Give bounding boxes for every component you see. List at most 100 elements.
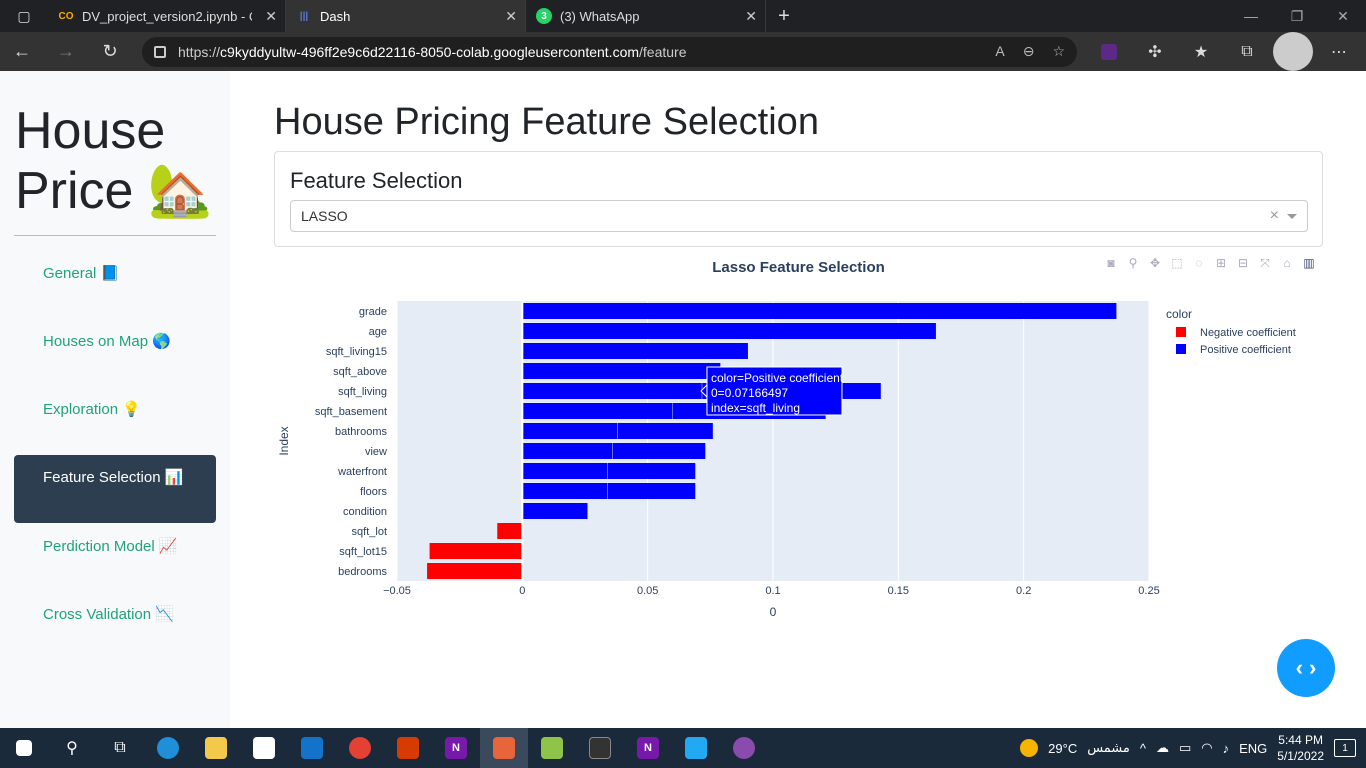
x-tick-label: 0.2 xyxy=(1016,585,1031,597)
close-icon[interactable]: ✕ xyxy=(505,8,517,25)
wifi-icon[interactable]: ◠ xyxy=(1201,740,1212,756)
x-tick-label: 0.25 xyxy=(1138,585,1159,597)
volume-icon[interactable]: ♪ xyxy=(1223,741,1230,756)
bar xyxy=(522,343,748,359)
time: 5:44 PM xyxy=(1278,733,1323,747)
language-indicator[interactable]: ENG xyxy=(1239,741,1267,756)
temperature[interactable]: 29°C xyxy=(1048,741,1077,756)
x-tick-label: 0.05 xyxy=(637,585,658,597)
favorite-icon[interactable]: ☆ xyxy=(1052,43,1065,60)
extension-icon[interactable] xyxy=(1089,32,1129,71)
tooltip-line: index=sqft_living xyxy=(711,401,800,415)
minimize-icon[interactable]: — xyxy=(1228,0,1274,32)
dash-debug-button[interactable]: ‹ › xyxy=(1277,639,1335,697)
whatsapp-icon: 3 xyxy=(536,8,552,24)
favorites-icon[interactable]: ★ xyxy=(1181,32,1221,71)
address-bar[interactable]: https://c9kyddyultw-496ff2e9c6d22116-805… xyxy=(142,36,1077,67)
bar xyxy=(522,483,696,499)
toolbar-right: ✣ ★ ⧉ ⋯ xyxy=(1089,32,1359,71)
brand-line-2: Price 🏡 xyxy=(15,162,213,220)
extensions-puzzle-icon[interactable]: ✣ xyxy=(1135,32,1175,71)
y-tick-label: bathrooms xyxy=(335,426,387,438)
close-icon[interactable]: ✕ xyxy=(265,8,277,25)
sidebar-item-feature-selection[interactable]: Feature Selection 📊 xyxy=(14,455,216,523)
x-tick-label: 0.15 xyxy=(888,585,909,597)
legend-swatch xyxy=(1176,327,1186,337)
new-tab-button[interactable]: + xyxy=(766,0,802,32)
y-tick-label: condition xyxy=(343,506,387,518)
github-desktop-icon[interactable] xyxy=(720,728,768,768)
more-icon[interactable]: ⋯ xyxy=(1319,32,1359,71)
notepad-icon[interactable] xyxy=(528,728,576,768)
bar xyxy=(522,443,706,459)
bar xyxy=(522,363,721,379)
sidebar-item-houses-on-map[interactable]: Houses on Map 🌎 xyxy=(14,319,216,387)
zoom-icon[interactable]: ⊖ xyxy=(1023,43,1035,60)
sidebar-item-prediction-model[interactable]: Perdiction Model 📈 xyxy=(14,524,216,592)
snipping-tool-icon[interactable] xyxy=(480,728,528,768)
tab-whatsapp[interactable]: 3 (3) WhatsApp ✕ xyxy=(526,0,766,32)
windows-start-icon[interactable] xyxy=(0,728,48,768)
close-window-icon[interactable]: ✕ xyxy=(1320,0,1366,32)
back-arrow-icon[interactable]: ← xyxy=(0,32,44,71)
sidebar-item-cross-validation[interactable]: Cross Validation 📉 xyxy=(14,592,216,660)
taskbar: ⚲ ⧉ N N 29°C مشمس ^ ☁ ▭ ◠ ♪ ENG 5:44 PM … xyxy=(0,728,1366,768)
legend-swatch xyxy=(1176,344,1186,354)
page: House Price 🏡 General 📘 Houses on Map 🌎 … xyxy=(0,71,1366,728)
chrome-icon[interactable] xyxy=(336,728,384,768)
y-tick-label: sqft_above xyxy=(333,366,387,378)
lock-icon[interactable] xyxy=(154,45,166,58)
weather-sun-icon[interactable] xyxy=(1020,739,1039,757)
read-aloud-icon[interactable]: A xyxy=(995,43,1004,60)
clock[interactable]: 5:44 PM 5/1/2022 xyxy=(1277,732,1324,764)
url-host: c9kyddyultw-496ff2e9c6d22116-8050-colab.… xyxy=(220,43,640,60)
office-icon[interactable] xyxy=(384,728,432,768)
restore-icon[interactable]: ❐ xyxy=(1274,0,1320,32)
x-axis-title: 0 xyxy=(770,605,777,619)
y-tick-label: age xyxy=(369,326,387,338)
page-title: House Pricing Feature Selection xyxy=(274,101,819,143)
vscode-icon[interactable] xyxy=(672,728,720,768)
divider xyxy=(14,235,216,236)
terminal-icon[interactable] xyxy=(576,728,624,768)
file-explorer-icon[interactable] xyxy=(192,728,240,768)
address-bar-actions: A ⊖ ☆ xyxy=(995,43,1065,60)
collections-icon[interactable]: ⧉ xyxy=(1227,32,1267,71)
y-tick-label: sqft_basement xyxy=(315,406,387,418)
tab-dash[interactable]: ||| Dash ✕ xyxy=(286,0,526,32)
onedrive-icon[interactable]: ☁ xyxy=(1156,740,1169,756)
onenote-icon[interactable]: N xyxy=(432,728,480,768)
legend-label: Negative coefficient xyxy=(1200,327,1296,339)
system-tray: 29°C مشمس ^ ☁ ▭ ◠ ♪ ENG 5:44 PM 5/1/2022… xyxy=(1020,732,1366,764)
mail-icon[interactable] xyxy=(288,728,336,768)
browser-toolbar: ← → ↻ https://c9kyddyultw-496ff2e9c6d221… xyxy=(0,32,1366,71)
chart-svg: −0.05 0 0.05 0.1 0.15 0.2 0.25 grade age sqft_liv… xyxy=(277,301,1296,619)
tooltip-line: color=Positive coefficient xyxy=(711,371,844,385)
weather-label[interactable]: مشمس xyxy=(1087,740,1130,756)
sidebar-item-general[interactable]: General 📘 xyxy=(14,251,216,319)
task-view-icon[interactable]: ⧉ xyxy=(96,728,144,768)
window-controls: — ❐ ✕ xyxy=(1228,0,1366,32)
search-icon[interactable]: ⚲ xyxy=(48,728,96,768)
edge-icon[interactable] xyxy=(144,728,192,768)
y-axis-title: Index xyxy=(277,426,291,455)
forward-arrow-icon[interactable]: → xyxy=(44,32,88,71)
close-icon[interactable]: ✕ xyxy=(745,8,757,25)
tab-colab[interactable]: CO DV_project_version2.ipynb - Cola ✕ xyxy=(48,0,286,32)
refresh-icon[interactable]: ↻ xyxy=(88,32,132,71)
x-tick-label: 0 xyxy=(519,585,525,597)
onenote-2-icon[interactable]: N xyxy=(624,728,672,768)
chevron-up-icon[interactable]: ^ xyxy=(1140,741,1146,756)
legend-label: Positive coefficient xyxy=(1200,344,1291,356)
y-tick-label: bedrooms xyxy=(338,566,387,578)
tab-actions-icon[interactable]: ▢ xyxy=(0,0,48,32)
bar xyxy=(522,303,1117,319)
y-tick-label: floors xyxy=(360,486,387,498)
notification-icon[interactable]: 1 xyxy=(1334,739,1356,757)
battery-icon[interactable]: ▭ xyxy=(1179,740,1191,756)
store-icon[interactable] xyxy=(240,728,288,768)
profile-avatar[interactable] xyxy=(1273,32,1313,71)
sidebar-item-exploration[interactable]: Exploration 💡 xyxy=(14,387,216,455)
y-tick-label: waterfront xyxy=(337,466,387,478)
bar xyxy=(522,463,696,479)
